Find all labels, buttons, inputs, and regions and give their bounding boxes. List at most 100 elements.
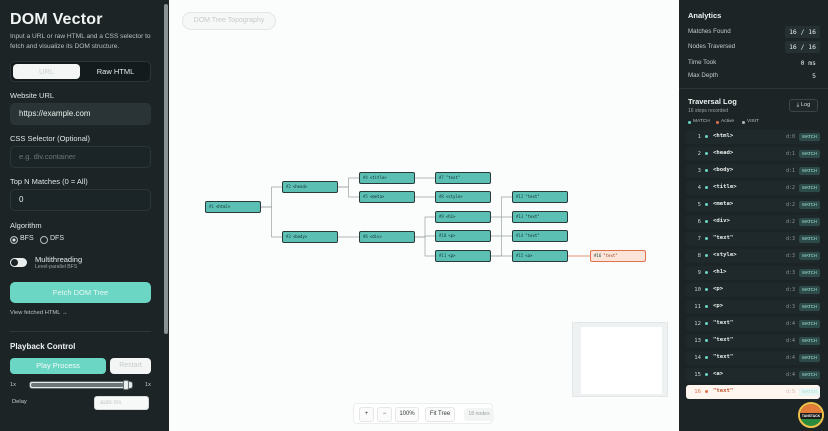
- status-badge: MATCH: [799, 235, 820, 243]
- traversal-log-row[interactable]: 6 <div> d:2 MATCH: [686, 215, 820, 229]
- tree-node[interactable]: #2 <head>: [282, 181, 338, 193]
- step-number: 15: [694, 372, 701, 378]
- traversal-log-row[interactable]: 5 <meta> d:2 MATCH: [686, 198, 820, 212]
- step-depth: d:2: [786, 185, 796, 191]
- tree-node[interactable]: #9 <h1>: [435, 211, 491, 223]
- step-depth: d:5: [786, 389, 796, 395]
- traversal-log-row[interactable]: 1 <html> d:0 MATCH: [686, 130, 820, 144]
- tree-node[interactable]: #10 <p>: [435, 230, 491, 242]
- delay-label: Delay: [12, 399, 27, 405]
- traversal-log-row[interactable]: 8 <style> d:3 MATCH: [686, 249, 820, 263]
- traversal-log-row[interactable]: 14 "text" d:4 MATCH: [686, 351, 820, 365]
- tree-edge: [415, 216, 435, 238]
- step-depth: d:2: [786, 219, 796, 225]
- traversal-log-row[interactable]: 11 <p> d:3 MATCH: [686, 300, 820, 314]
- traversal-log-row[interactable]: 3 <body> d:1 MATCH: [686, 164, 820, 178]
- tree-node[interactable]: #1 <html>: [205, 201, 261, 213]
- delay-input[interactable]: auto ms: [94, 396, 149, 410]
- tree-edge: [491, 235, 512, 257]
- speed-slider[interactable]: [29, 380, 133, 390]
- status-dot-icon: [705, 305, 708, 308]
- tree-node[interactable]: #16 "text": [590, 250, 646, 262]
- tree-node[interactable]: #5 <meta>: [359, 191, 415, 203]
- tree-node[interactable]: #15 <a>: [512, 250, 568, 262]
- source-toggle: URL Raw HTML: [10, 61, 151, 82]
- traversal-log-row[interactable]: 10 <p> d:3 MATCH: [686, 283, 820, 297]
- step-tag: "text": [713, 235, 734, 241]
- tree-node[interactable]: #6 <div>: [359, 231, 415, 243]
- tanstack-logo[interactable]: TANSTACK: [798, 402, 824, 428]
- source-url-tab[interactable]: URL: [13, 64, 80, 79]
- status-badge: MATCH: [799, 252, 820, 260]
- sidebar-scrollbar[interactable]: [164, 4, 168, 334]
- status-badge: MATCH: [799, 303, 820, 311]
- traversal-log-row[interactable]: 13 "text" d:4 MATCH: [686, 334, 820, 348]
- tree-node-label: "text": [525, 233, 540, 238]
- view-fetched-html-link[interactable]: View fetched HTML →: [10, 310, 68, 316]
- analytics-label: Max Depth: [688, 72, 718, 79]
- zoom-in-button[interactable]: +: [359, 407, 374, 422]
- tree-node[interactable]: #4 <title>: [359, 172, 415, 184]
- tree-edge: [261, 186, 282, 208]
- step-depth: d:3: [786, 236, 796, 242]
- analytics-label: Time Took: [688, 59, 717, 66]
- status-dot-icon: [705, 152, 708, 155]
- css-selector-input[interactable]: e.g. div.container: [10, 146, 151, 168]
- status-badge: MATCH: [799, 133, 820, 141]
- algorithm-bfs-radio[interactable]: BFS: [10, 234, 34, 244]
- step-number: 12: [694, 321, 701, 327]
- algorithm-dfs-radio[interactable]: DFS: [40, 234, 64, 244]
- sidebar: DOM Vector Input a URL or raw HTML and a…: [0, 0, 169, 431]
- tree-canvas[interactable]: DOM Tree Topography #1 <html> #2 <head> #3 <b…: [169, 0, 679, 431]
- traversal-log-row[interactable]: 2 <head> d:1 MATCH: [686, 147, 820, 161]
- status-dot-icon: [705, 220, 708, 223]
- tree-edge: [338, 186, 359, 198]
- traversal-log-row[interactable]: 12 "text" d:4 MATCH: [686, 317, 820, 331]
- status-badge: MATCH: [799, 150, 820, 158]
- tree-node[interactable]: #12 "text": [512, 191, 568, 203]
- step-number: 10: [694, 287, 701, 293]
- speed-slider-fill: [31, 383, 125, 387]
- log-button[interactable]: ⤓ Log: [789, 99, 818, 112]
- tree-node[interactable]: #11 <p>: [435, 250, 491, 262]
- traversal-log-row[interactable]: 9 <h1> d:3 MATCH: [686, 266, 820, 280]
- top-n-input[interactable]: 0: [10, 189, 151, 211]
- tree-node[interactable]: #13 "text": [512, 211, 568, 223]
- zoom-level[interactable]: 100%: [395, 407, 419, 422]
- play-process-button[interactable]: Play Process: [10, 358, 106, 374]
- tree-edge: [338, 177, 359, 188]
- status-dot-icon: [705, 288, 708, 291]
- status-dot-icon: [705, 203, 708, 206]
- tree-node[interactable]: #14 "text": [512, 230, 568, 242]
- traversal-log-row[interactable]: 15 <a> d:4 MATCH: [686, 368, 820, 382]
- fetch-dom-tree-button[interactable]: Fetch DOM Tree: [10, 282, 151, 303]
- fit-tree-button[interactable]: Fit Tree: [425, 407, 455, 422]
- minimap-viewport[interactable]: [581, 327, 662, 394]
- traversal-log-row[interactable]: 7 "text" d:3 MATCH: [686, 232, 820, 246]
- traversal-log-row[interactable]: 16 "text" d:5 MATCH: [686, 385, 820, 399]
- tree-node-id: #14: [516, 233, 524, 238]
- tree-node[interactable]: #3 <body>: [282, 231, 338, 243]
- analytics-title: Analytics: [688, 11, 722, 20]
- step-number: 7: [697, 236, 701, 242]
- tree-node[interactable]: #7 "text": [435, 172, 491, 184]
- traversal-log-row[interactable]: 4 <title> d:2 MATCH: [686, 181, 820, 195]
- tree-node[interactable]: #8 <style>: [435, 191, 491, 203]
- legend-match: MATCH: [688, 119, 710, 124]
- tree-node-label: <body>: [292, 234, 308, 239]
- step-tag: "text": [713, 388, 734, 394]
- speed-slider-handle[interactable]: [123, 380, 130, 390]
- multithreading-toggle[interactable]: [10, 258, 27, 267]
- tree-node-label: "text": [525, 214, 540, 219]
- panel-divider: [679, 88, 828, 89]
- zoom-out-button[interactable]: −: [377, 407, 392, 422]
- status-dot-icon: [705, 271, 708, 274]
- tree-node-label: <style>: [445, 194, 463, 199]
- tree-node-label: "text": [525, 194, 540, 199]
- tree-node-id: #12: [516, 194, 524, 199]
- source-raw-html-tab[interactable]: Raw HTML: [82, 64, 149, 79]
- minimap[interactable]: [572, 322, 668, 397]
- step-tag: <body>: [713, 167, 734, 173]
- website-url-input[interactable]: https://example.com: [10, 103, 151, 125]
- restart-button[interactable]: Restart: [110, 358, 151, 374]
